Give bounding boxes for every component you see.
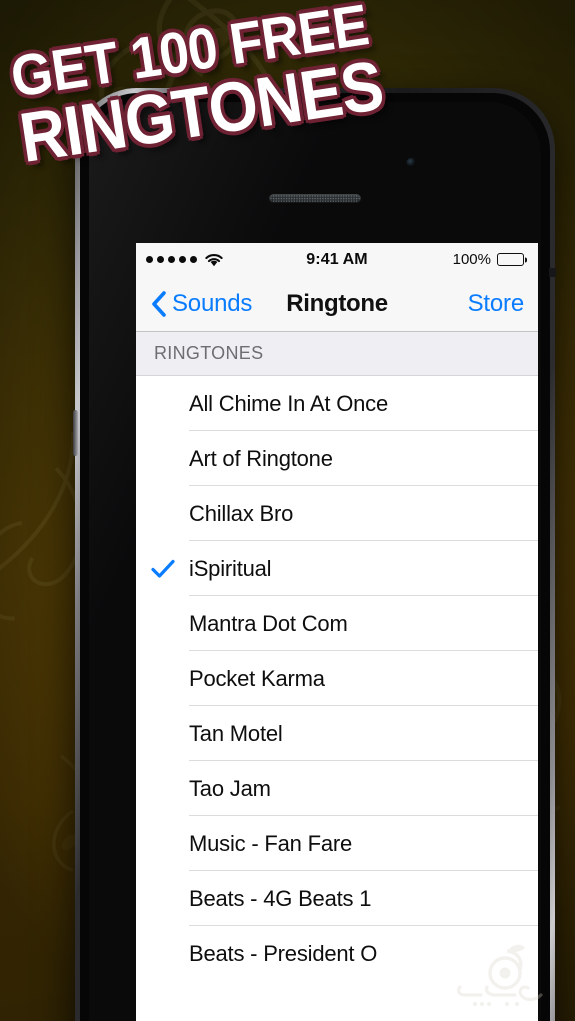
phone-glass: 9:41 AM 100% Sounds Ringtone Store RINGT… [89,102,541,1021]
navigation-bar: Sounds Ringtone Store [136,276,538,332]
volume-button[interactable] [73,410,78,456]
ringtone-row-label: Art of Ringtone [189,445,333,471]
phone-screen: 9:41 AM 100% Sounds Ringtone Store RINGT… [136,243,538,1021]
ringtone-row[interactable]: Beats - 4G Beats 1 [136,871,538,926]
ringtone-row-label: Mantra Dot Com [189,610,348,636]
section-header-ringtones: RINGTONES [136,332,538,376]
ringtone-row-label: iSpiritual [189,555,272,581]
status-bar-right: 100% [452,251,527,268]
status-bar: 9:41 AM 100% [136,243,538,276]
ringtone-row-label: All Chime In At Once [189,390,388,416]
ringtone-row-label: Chillax Bro [189,500,294,526]
ringtone-row-label: Music - Fan Fare [189,830,353,856]
promo-screenshot: 9:41 AM 100% Sounds Ringtone Store RINGT… [0,0,575,1021]
ringtone-row[interactable]: Art of Ringtone [136,431,538,486]
ringtone-list: All Chime In At Once Art of Ringtone Chill… [136,376,538,981]
ringtone-row[interactable]: Chillax Bro [136,486,538,541]
checkmark-icon [150,559,175,578]
earpiece-speaker-icon [269,194,361,203]
row-checkmark-slot [136,559,189,579]
ringtone-row-label: Tan Motel [189,720,283,746]
store-button[interactable]: Store [468,290,525,318]
front-camera-icon [406,158,416,167]
battery-percent-label: 100% [452,251,491,268]
back-button-label: Sounds [172,289,253,317]
ringtone-row[interactable]: Beats - President O [136,926,538,981]
ringtone-row[interactable]: Music - Fan Fare [136,816,538,871]
ringtone-row-label: Tao Jam [189,775,271,801]
battery-icon [497,253,527,266]
ringtone-row[interactable]: Tan Motel [136,706,538,761]
ringtone-row-label: Beats - 4G Beats 1 [189,885,372,911]
antenna-band [549,268,556,277]
ringtone-row[interactable]: Mantra Dot Com [136,596,538,651]
ringtone-row[interactable]: iSpiritual [136,541,538,596]
ringtone-row-label: Beats - President O [189,940,378,966]
ringtone-row[interactable]: Pocket Karma [136,651,538,706]
phone-device: 9:41 AM 100% Sounds Ringtone Store RINGT… [73,88,556,1021]
phone-bezel: 9:41 AM 100% Sounds Ringtone Store RINGT… [80,93,550,1021]
ringtone-row[interactable]: Tao Jam [136,761,538,816]
chevron-left-icon [152,290,166,317]
ringtone-row-label: Pocket Karma [189,665,325,691]
ringtone-row[interactable]: All Chime In At Once [136,376,538,431]
back-button[interactable]: Sounds [150,290,252,318]
